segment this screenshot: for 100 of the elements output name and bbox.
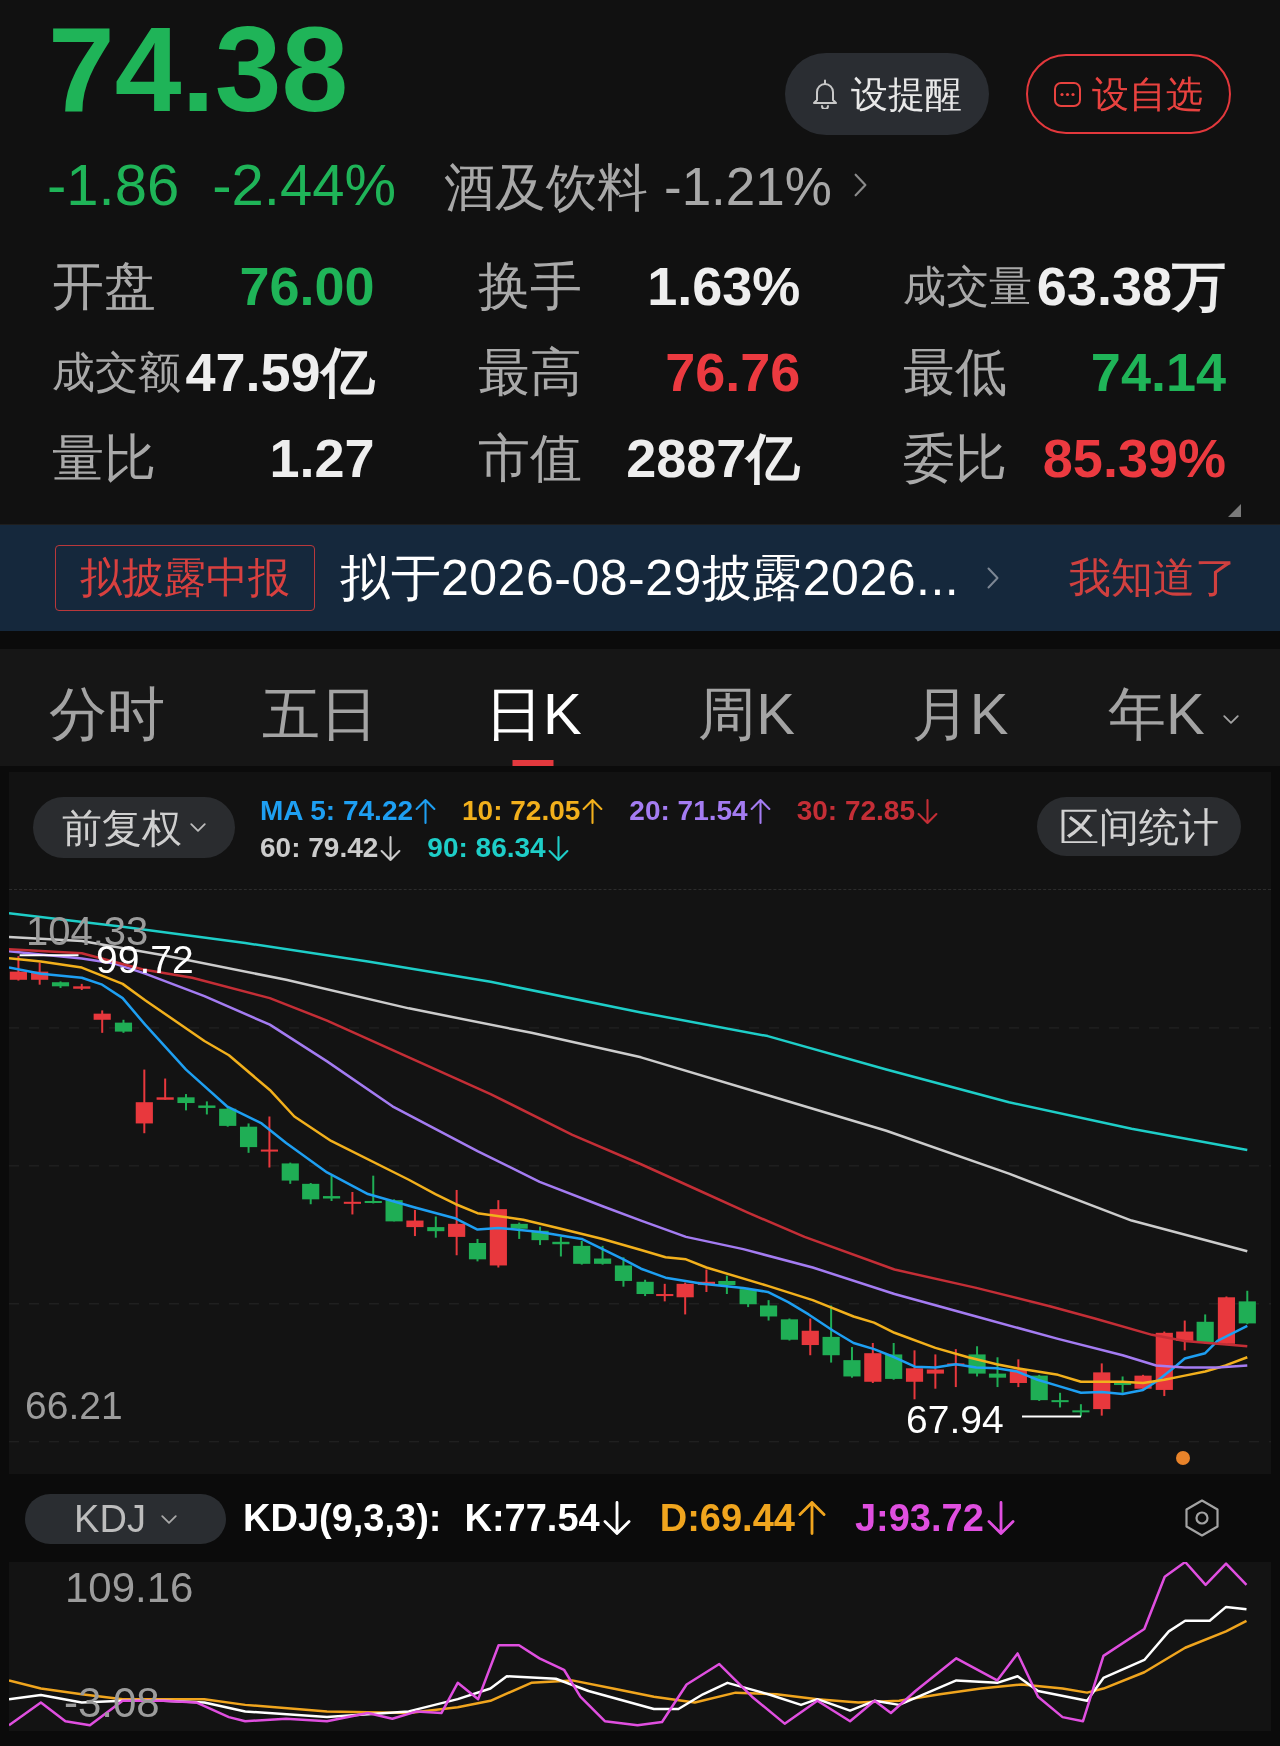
candlestick: [114, 1018, 133, 1034]
candlestick: [1217, 1295, 1235, 1346]
candlestick: [364, 1174, 382, 1205]
chevron-right-icon: [853, 172, 867, 198]
stat-value: 47.59亿: [185, 345, 375, 399]
period-tab[interactable]: 月K: [853, 649, 1067, 766]
candlestick: [448, 1188, 466, 1257]
stat-value: 76.76: [665, 345, 801, 399]
moving-average-value: 20: 71.54: [629, 796, 748, 826]
price-change: -1.86: [47, 156, 180, 214]
stat-value: 85.39%: [1042, 431, 1226, 485]
candlestick: [51, 980, 70, 989]
indicator-value: J:93.72: [854, 1499, 984, 1537]
candlestick: [1176, 1319, 1194, 1352]
period-tab[interactable]: 周K: [640, 649, 854, 766]
low-price-label: 67.94: [906, 1400, 1004, 1439]
candlestick: [843, 1346, 861, 1379]
candlestick: [636, 1278, 654, 1298]
set-alert-button[interactable]: 设提醒: [785, 53, 989, 135]
indicator-value: K:77.54: [464, 1499, 600, 1537]
candlestick: [406, 1208, 424, 1238]
candlestick: [1051, 1391, 1069, 1409]
axis-min-label: 66.21: [25, 1386, 123, 1425]
add-watchlist-button[interactable]: 设自选: [1026, 54, 1231, 134]
candlestick: [9, 955, 27, 982]
candlestick: [1196, 1313, 1214, 1345]
candlestick: [219, 1106, 237, 1128]
indicator-value: D:69.44: [659, 1499, 795, 1537]
candlestick: [1072, 1403, 1090, 1418]
stat-label: 最高: [477, 346, 582, 398]
stat-value: 76.00: [239, 259, 375, 313]
range-stats-button[interactable]: 区间统计: [1037, 797, 1241, 856]
candlestick: [552, 1235, 570, 1258]
stat-value: 1.63%: [647, 259, 801, 313]
sector-change: -1.21%: [664, 160, 832, 213]
candlestick: [177, 1093, 195, 1112]
period-tab[interactable]: 日K: [426, 649, 640, 766]
candlestick: [905, 1349, 924, 1401]
stat-label: 成交额: [52, 350, 181, 394]
caret-icon: [160, 1514, 177, 1524]
axis-max-label: 109.16: [65, 1567, 194, 1609]
candlestick: [864, 1342, 882, 1384]
candlestick: [468, 1237, 487, 1263]
notice-text: 拟于2026-08-29披露2026...: [340, 553, 960, 603]
moving-average-value: 30: 72.85: [796, 796, 915, 826]
candlestick: [31, 961, 49, 986]
candlestick: [260, 1115, 278, 1169]
candlestick: [281, 1161, 299, 1185]
price-change-percent: -2.44%: [212, 156, 396, 214]
candlestick: [531, 1225, 549, 1247]
candlestick: [697, 1268, 715, 1293]
moving-average-value: 10: 72.05: [462, 796, 581, 826]
sector-name: 酒及饮料: [444, 162, 648, 213]
candlestick: [718, 1274, 736, 1296]
candlestick: [93, 1009, 111, 1034]
stat-label: 最低: [903, 346, 1008, 398]
bell-icon: [812, 79, 838, 109]
stat-label: 委比: [903, 432, 1008, 484]
candlestick: [656, 1282, 674, 1303]
candlestick: [1009, 1358, 1027, 1389]
indicator-selector[interactable]: KDJ: [25, 1494, 226, 1544]
adjust-selector[interactable]: 前复权: [33, 797, 235, 858]
candlestick: [135, 1068, 153, 1135]
candlestick: [676, 1281, 694, 1316]
candlestick: [1238, 1289, 1256, 1326]
candlestick: [1114, 1375, 1132, 1394]
candlestick: [968, 1345, 986, 1378]
candlestick: [489, 1199, 507, 1269]
candlestick: [780, 1317, 798, 1342]
indicator-title: KDJ(9,3,3):: [243, 1499, 442, 1537]
moving-average-value: 60: 79.42: [260, 833, 379, 863]
period-tab[interactable]: 年K: [1066, 649, 1280, 766]
stat-label: 换手: [477, 260, 582, 312]
candlestick: [988, 1356, 1007, 1389]
candlestick: [760, 1299, 778, 1322]
low-marker-line: [1021, 1415, 1082, 1418]
candlestick: [885, 1342, 903, 1381]
candlestick: [322, 1174, 341, 1202]
moving-average-value: 90: 86.34: [427, 833, 546, 863]
period-tab[interactable]: 分时: [0, 649, 214, 766]
selected-tab-indicator: [512, 760, 554, 766]
moving-average-value: MA 5: 74.22: [260, 796, 414, 826]
stat-value: 2887亿: [626, 431, 801, 485]
notice-tag: 拟披露中报: [55, 545, 315, 611]
candlestick: [510, 1221, 528, 1240]
candlestick: [427, 1215, 445, 1239]
period-tab[interactable]: 五日: [213, 649, 427, 766]
candlestick: [156, 1077, 174, 1101]
candlestick: [343, 1191, 361, 1216]
stat-label: 开盘: [52, 260, 156, 312]
candlestick: [1093, 1362, 1111, 1417]
settings-icon[interactable]: [1184, 1499, 1220, 1537]
candlestick: [947, 1348, 965, 1389]
corner-triangle-icon[interactable]: [1228, 504, 1241, 517]
candlestick: [594, 1244, 612, 1266]
candlestick: [73, 982, 91, 991]
candlestick: [926, 1353, 944, 1390]
stat-label: 市值: [477, 432, 582, 484]
candlestick: [240, 1122, 258, 1154]
candlestick: [801, 1317, 819, 1357]
